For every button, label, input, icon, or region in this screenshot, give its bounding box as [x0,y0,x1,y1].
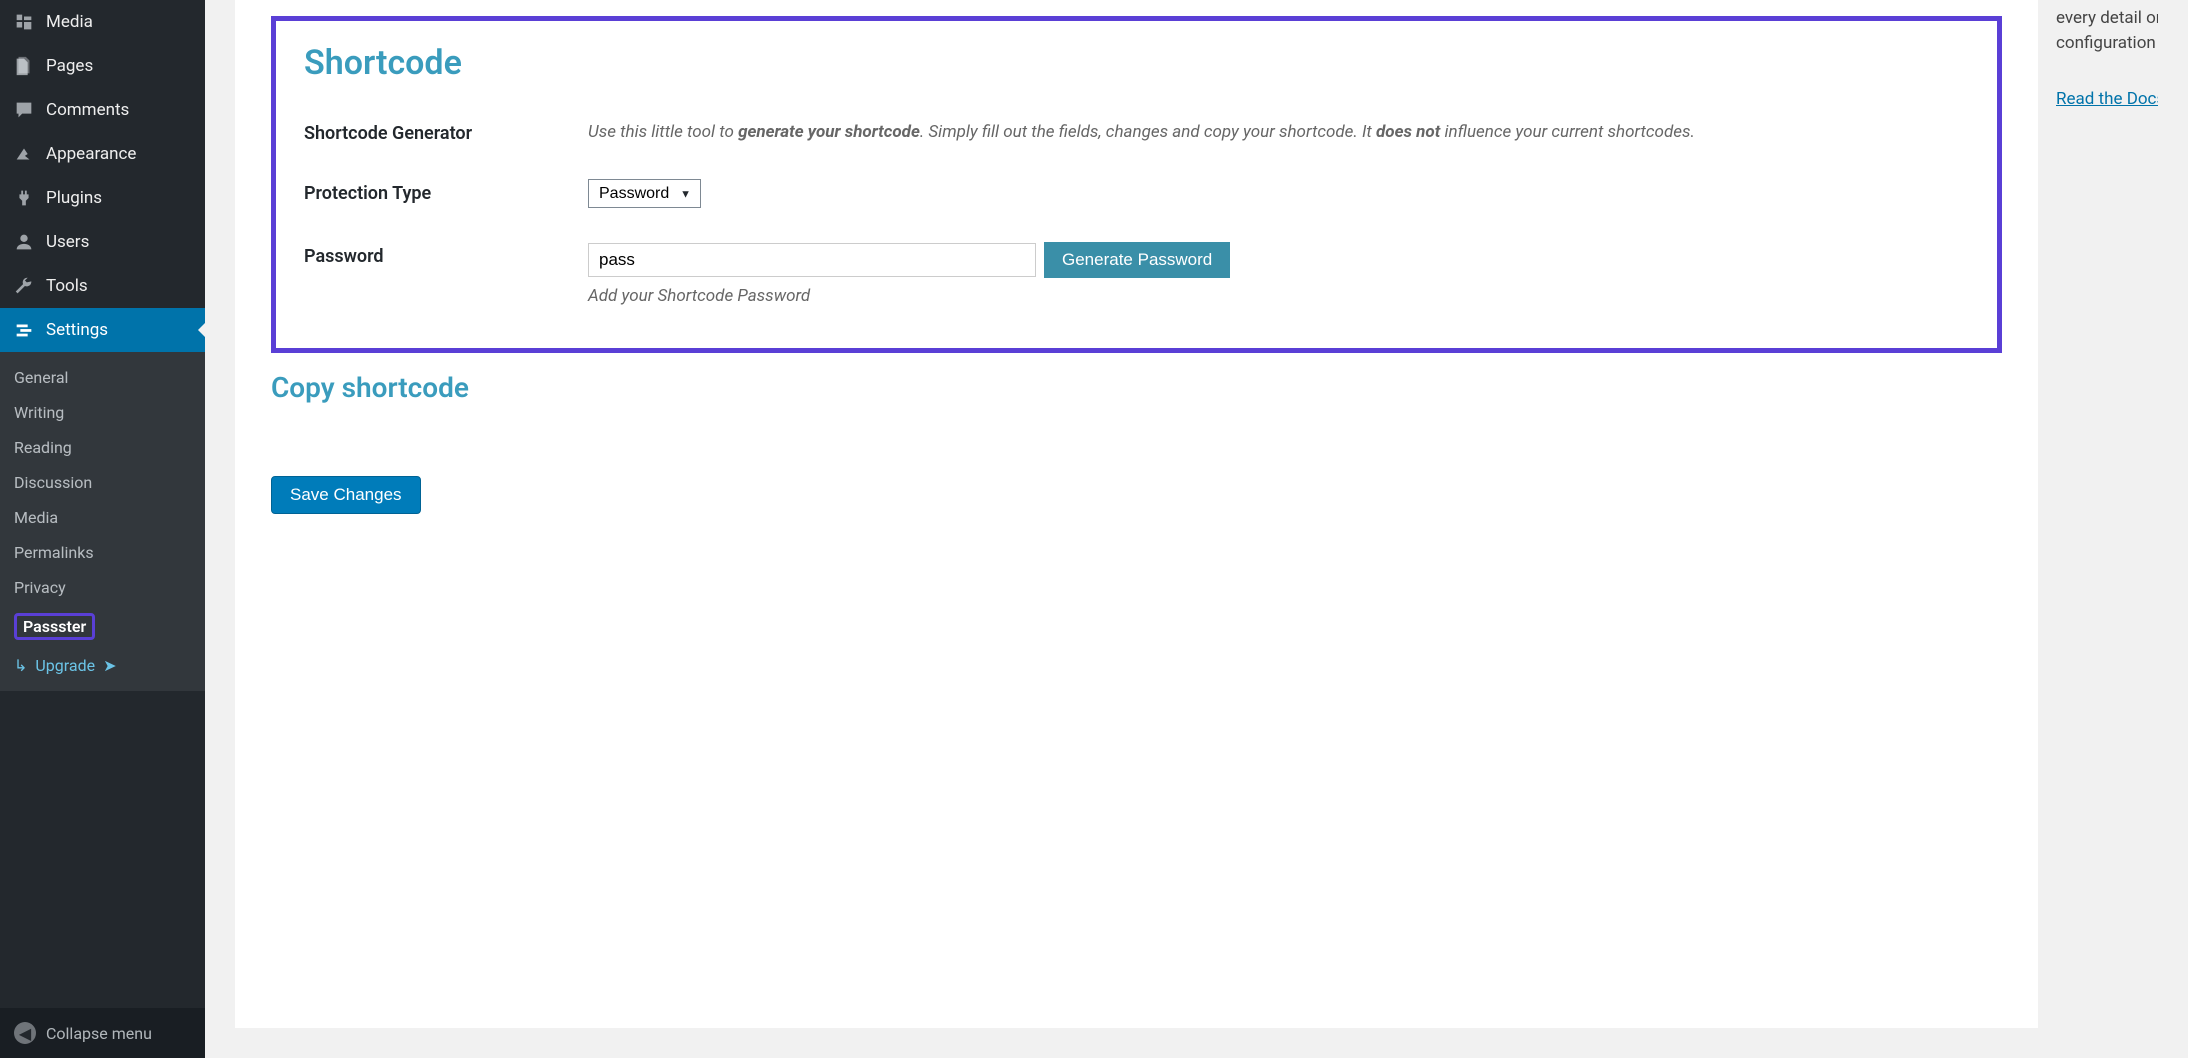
subnav-general[interactable]: General [0,360,205,395]
tools-icon [12,274,36,298]
row-password: Password Generate Password Add your Shor… [304,242,1969,306]
admin-sidebar: Media Pages Comments Appearance Plugins … [0,0,205,1058]
aside-text-1: every detail on th [2056,6,2158,31]
docs-aside: every detail on th configuration of p Re… [2038,0,2158,1028]
settings-card: Shortcode Shortcode Generator Use this l… [235,0,2038,1028]
nav-label: Settings [46,320,108,340]
generator-description: Use this little tool to generate your sh… [588,119,1969,145]
subnav-passster[interactable]: Passster [0,605,205,648]
settings-submenu: General Writing Reading Discussion Media… [0,352,205,691]
nav-users[interactable]: Users [0,220,205,264]
nav-plugins[interactable]: Plugins [0,176,205,220]
protection-select-wrap: Password [588,179,701,208]
read-docs-link[interactable]: Read the Docs [2056,89,2158,109]
collapse-label: Collapse menu [46,1024,152,1043]
collapse-icon: ◀ [14,1022,36,1044]
upgrade-link[interactable]: ↳ Upgrade ➤ [0,648,205,683]
main-area: Shortcode Shortcode Generator Use this l… [205,0,2188,1058]
nav-label: Plugins [46,188,102,208]
aside-text-2: configuration of p [2056,31,2158,56]
nav-label: Media [46,12,93,32]
nav-comments[interactable]: Comments [0,88,205,132]
field-generator: Use this little tool to generate your sh… [588,119,1969,145]
generate-password-button[interactable]: Generate Password [1044,242,1230,278]
nav-label: Tools [46,276,88,296]
field-protection-type: Password [588,179,1969,208]
nav-appearance[interactable]: Appearance [0,132,205,176]
nav-label: Users [46,232,89,252]
send-icon: ➤ [103,656,116,675]
pages-icon [12,54,36,78]
row-protection-type: Protection Type Password [304,179,1969,208]
section-title-shortcode: Shortcode [304,43,1969,83]
password-input[interactable] [588,243,1036,277]
subnav-reading[interactable]: Reading [0,430,205,465]
subnav-discussion[interactable]: Discussion [0,465,205,500]
nav-label: Pages [46,56,93,76]
nav-pages[interactable]: Pages [0,44,205,88]
section-title-copy-shortcode: Copy shortcode [271,371,2002,404]
save-changes-button[interactable]: Save Changes [271,476,421,514]
settings-icon [12,318,36,342]
collapse-menu[interactable]: ◀ Collapse menu [0,1008,205,1058]
content-wrap: Shortcode Shortcode Generator Use this l… [205,0,2188,1058]
media-icon [12,10,36,34]
label-protection-type: Protection Type [304,179,588,204]
nav-media[interactable]: Media [0,0,205,44]
upgrade-label: Upgrade [35,656,95,675]
passster-highlight-box: Passster [14,613,95,640]
subnav-media[interactable]: Media [0,500,205,535]
protection-type-select[interactable]: Password [588,179,701,208]
appearance-icon [12,142,36,166]
nav-label: Comments [46,100,129,120]
password-input-row: Generate Password [588,242,1969,278]
label-password: Password [304,242,588,267]
users-icon [12,230,36,254]
label-generator: Shortcode Generator [304,119,588,144]
subnav-writing[interactable]: Writing [0,395,205,430]
shortcode-highlight-box: Shortcode Shortcode Generator Use this l… [271,16,2002,353]
field-password: Generate Password Add your Shortcode Pas… [588,242,1969,306]
subnav-privacy[interactable]: Privacy [0,570,205,605]
comments-icon [12,98,36,122]
nav-label: Appearance [46,144,136,164]
plugins-icon [12,186,36,210]
nav-settings[interactable]: Settings [0,308,205,352]
row-generator: Shortcode Generator Use this little tool… [304,119,1969,145]
nav-tools[interactable]: Tools [0,264,205,308]
subnav-permalinks[interactable]: Permalinks [0,535,205,570]
upgrade-arrow-icon: ↳ [14,656,27,675]
password-hint: Add your Shortcode Password [588,286,1969,306]
